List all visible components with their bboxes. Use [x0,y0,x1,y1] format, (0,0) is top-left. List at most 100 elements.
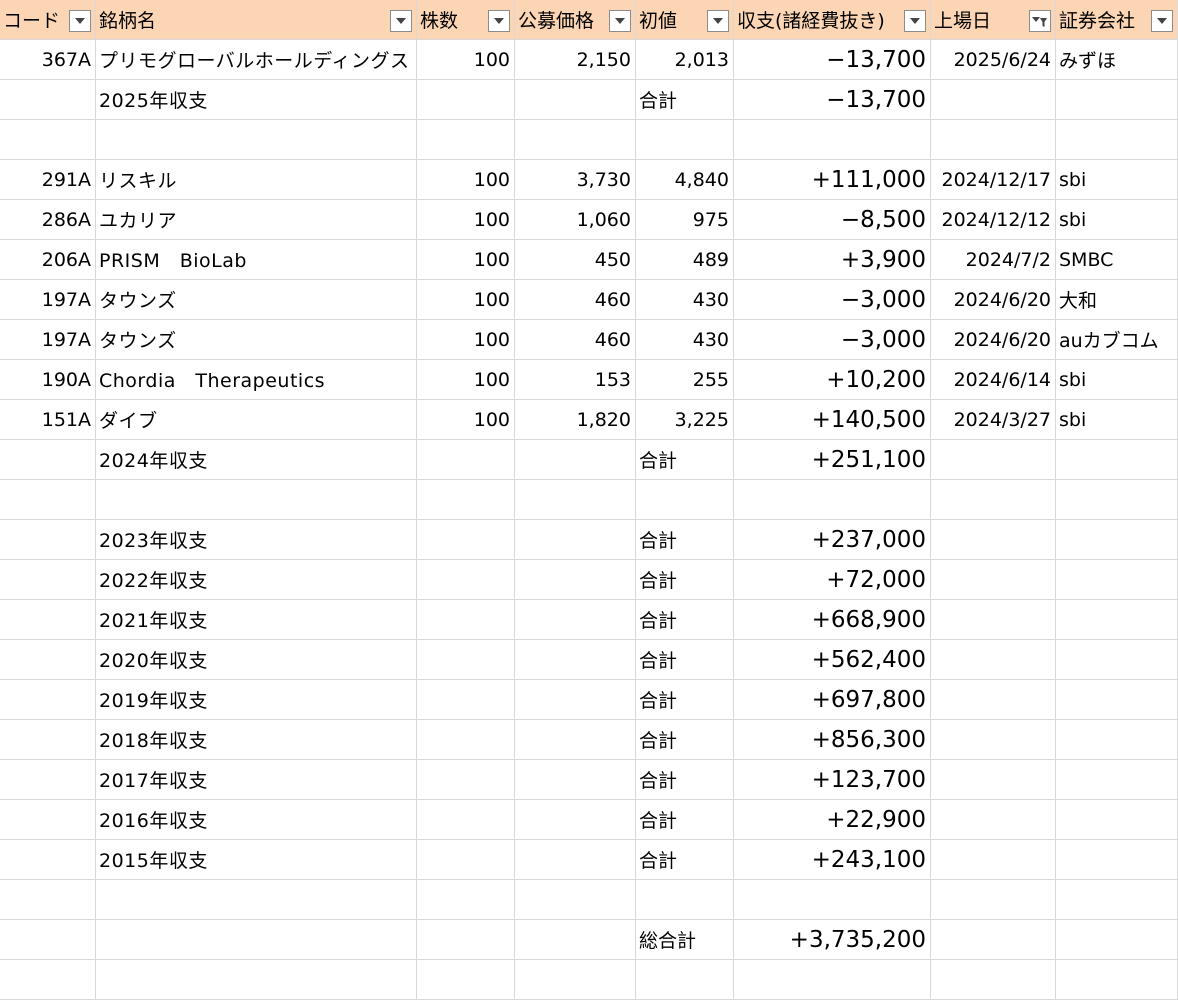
listing-date-cell[interactable] [931,800,1056,839]
offer-price-cell[interactable] [515,720,636,759]
first-price-cell[interactable]: 975 [636,200,734,239]
code-cell[interactable]: 151A [0,400,96,439]
shares-cell[interactable] [417,80,515,119]
shares-cell[interactable]: 100 [417,360,515,399]
listing-date-cell[interactable]: 2024/12/12 [931,200,1056,239]
first-price-cell[interactable]: 4,840 [636,160,734,199]
pnl-cell[interactable]: +111,000 [734,160,931,199]
first-price-cell[interactable]: 3,225 [636,400,734,439]
name-cell[interactable]: 2023年収支 [96,520,417,559]
offer-price-cell[interactable]: 153 [515,360,636,399]
listing-date-cell[interactable]: 2024/6/20 [931,320,1056,359]
offer-price-cell[interactable] [515,760,636,799]
shares-cell[interactable] [417,720,515,759]
pnl-cell[interactable]: +22,900 [734,800,931,839]
broker-cell[interactable] [1056,680,1178,719]
name-cell[interactable]: ユカリア [96,200,417,239]
name-cell[interactable]: タウンズ [96,320,417,359]
dropdown-arrow-icon[interactable] [488,10,510,32]
code-cell[interactable] [0,720,96,759]
pnl-cell[interactable] [734,880,931,919]
shares-cell[interactable] [417,960,515,999]
filter-active-icon[interactable] [1029,10,1051,32]
offer-price-cell[interactable] [515,960,636,999]
offer-price-cell[interactable]: 2,150 [515,40,636,79]
code-cell[interactable] [0,520,96,559]
first-price-cell[interactable]: 2,013 [636,40,734,79]
first-price-cell[interactable]: 255 [636,360,734,399]
shares-cell[interactable]: 100 [417,320,515,359]
offer-price-cell[interactable] [515,480,636,519]
pnl-cell[interactable]: +123,700 [734,760,931,799]
listing-date-cell[interactable] [931,80,1056,119]
name-cell[interactable]: PRISM BioLab [96,240,417,279]
offer-price-cell[interactable] [515,600,636,639]
shares-cell[interactable] [417,840,515,879]
offer-price-cell[interactable]: 450 [515,240,636,279]
listing-date-cell[interactable] [931,520,1056,559]
shares-cell[interactable]: 100 [417,200,515,239]
code-cell[interactable] [0,480,96,519]
shares-cell[interactable] [417,800,515,839]
offer-price-cell[interactable] [515,800,636,839]
name-cell[interactable]: プリモグローバルホールディングス [96,40,417,79]
broker-cell[interactable] [1056,800,1178,839]
pnl-cell[interactable]: −8,500 [734,200,931,239]
first-price-cell[interactable]: 合計 [636,720,734,759]
pnl-cell[interactable]: +140,500 [734,400,931,439]
first-price-cell[interactable] [636,480,734,519]
broker-cell[interactable] [1056,520,1178,559]
offer-price-cell[interactable] [515,440,636,479]
code-cell[interactable] [0,960,96,999]
listing-date-cell[interactable] [931,600,1056,639]
offer-price-cell[interactable] [515,520,636,559]
listing-date-cell[interactable] [931,720,1056,759]
pnl-cell[interactable]: −13,700 [734,40,931,79]
dropdown-arrow-icon[interactable] [390,10,412,32]
offer-price-cell[interactable] [515,120,636,159]
offer-price-cell[interactable] [515,680,636,719]
broker-cell[interactable]: sbi [1056,360,1178,399]
broker-cell[interactable] [1056,920,1178,959]
first-price-cell[interactable] [636,960,734,999]
name-cell[interactable]: 2025年収支 [96,80,417,119]
broker-cell[interactable]: sbi [1056,400,1178,439]
code-cell[interactable] [0,600,96,639]
dropdown-arrow-icon[interactable] [609,10,631,32]
code-cell[interactable]: 367A [0,40,96,79]
dropdown-arrow-icon[interactable] [707,10,729,32]
code-cell[interactable] [0,800,96,839]
pnl-cell[interactable] [734,960,931,999]
broker-cell[interactable] [1056,760,1178,799]
code-cell[interactable] [0,560,96,599]
listing-date-cell[interactable] [931,880,1056,919]
code-cell[interactable] [0,880,96,919]
pnl-cell[interactable]: +251,100 [734,440,931,479]
first-price-cell[interactable]: 430 [636,320,734,359]
listing-date-cell[interactable] [931,960,1056,999]
name-cell[interactable]: タウンズ [96,280,417,319]
pnl-cell[interactable]: +697,800 [734,680,931,719]
header-listing-date[interactable]: 上場日 [931,0,1056,39]
header-shares[interactable]: 株数 [417,0,515,39]
first-price-cell[interactable]: 合計 [636,640,734,679]
listing-date-cell[interactable] [931,120,1056,159]
pnl-cell[interactable] [734,120,931,159]
code-cell[interactable]: 190A [0,360,96,399]
shares-cell[interactable] [417,480,515,519]
listing-date-cell[interactable] [931,560,1056,599]
broker-cell[interactable] [1056,720,1178,759]
name-cell[interactable]: リスキル [96,160,417,199]
code-cell[interactable]: 197A [0,320,96,359]
broker-cell[interactable]: auカブコム [1056,320,1178,359]
listing-date-cell[interactable]: 2024/6/14 [931,360,1056,399]
pnl-cell[interactable]: +562,400 [734,640,931,679]
name-cell[interactable]: 2018年収支 [96,720,417,759]
code-cell[interactable] [0,640,96,679]
shares-cell[interactable]: 100 [417,160,515,199]
name-cell[interactable]: 2017年収支 [96,760,417,799]
pnl-cell[interactable]: +668,900 [734,600,931,639]
header-broker[interactable]: 証券会社 [1056,0,1178,39]
code-cell[interactable] [0,80,96,119]
offer-price-cell[interactable]: 1,060 [515,200,636,239]
